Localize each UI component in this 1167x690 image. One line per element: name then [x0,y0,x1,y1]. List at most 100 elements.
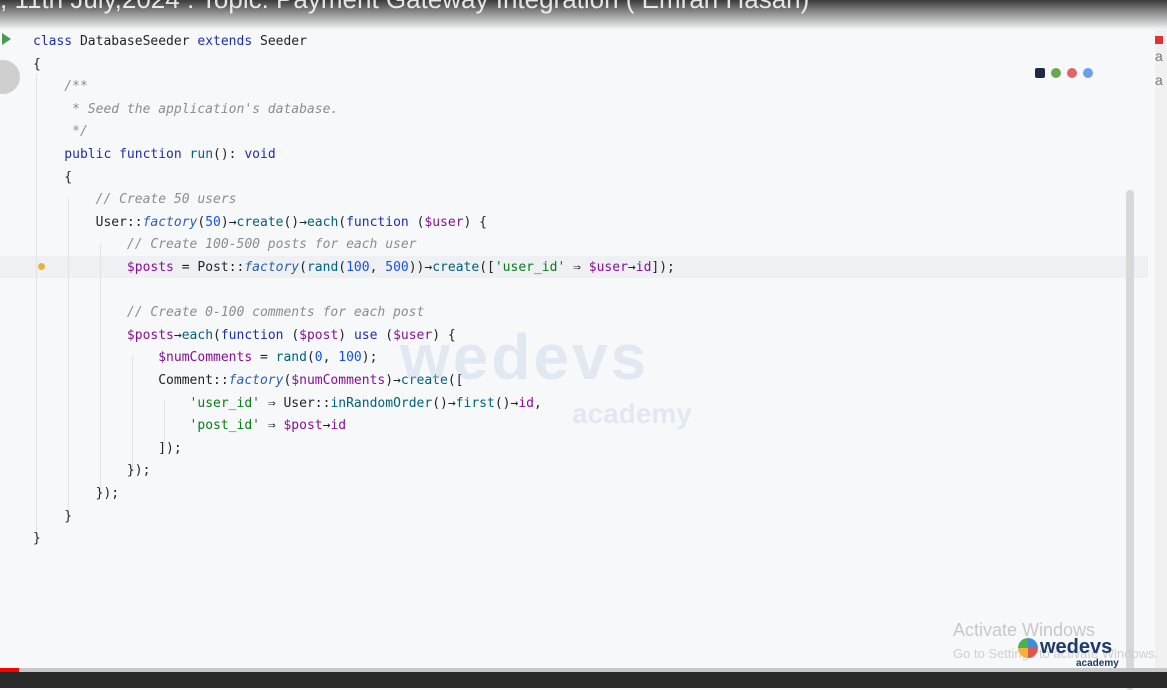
code-line[interactable]: // Create 0-100 comments for each post [33,302,424,324]
code-token: ]); [651,260,675,275]
video-title: , 11th July,2024 : Topic: Payment Gatewa… [0,0,809,15]
code-token: 100 [338,350,362,366]
watermark-brand: wedevs [400,321,650,393]
code-token: Comment [33,373,214,388]
code-token: run [189,147,214,162]
code-line[interactable]: public function run(): void [33,144,276,166]
code-line[interactable]: 'user_id' ⇒ User::inRandomOrder()→first(… [33,393,542,415]
code-token: ( [291,327,300,343]
logo-brand: wedevs [1040,636,1113,658]
firefox-icon[interactable] [1067,68,1077,78]
code-token: 'post_id' [189,418,260,434]
code-token: factory [142,214,198,230]
code-token: each [181,327,214,343]
code-token: = [252,350,276,366]
code-token: use [353,327,386,343]
code-token: /** [33,79,88,95]
code-token: ) [385,373,394,388]
code-token: create [432,260,480,275]
code-token: 100 [346,260,370,275]
code-editor[interactable]: class DatabaseSeeder extends Seeder { /**… [0,30,1148,690]
code-token: → [228,214,237,230]
code-token: , [369,260,386,275]
code-token: ( [385,327,394,343]
code-token: factory [228,373,284,388]
code-token: // Create 0-100 comments for each post [33,305,425,321]
right-edge-panel: a a [1155,30,1167,670]
code-token: void [244,147,276,162]
code-token: $numComments [291,373,386,388]
code-line[interactable]: /** [33,76,88,98]
code-line[interactable]: Comment::factory($numComments)→create([ [33,370,463,392]
edge-icon[interactable] [1083,68,1093,78]
code-token: 50 [205,214,221,230]
code-token: = Post [173,260,229,275]
browser-preview-icons[interactable] [1035,68,1093,78]
code-line[interactable]: $numComments = rand(0, 100); [33,347,377,369]
code-token: ( [338,260,347,275]
watermark-sub: academy [572,398,692,429]
code-token: → [627,260,636,275]
code-line[interactable]: }); [33,460,151,482]
wedevs-logo-icon [1018,637,1038,658]
code-token: $posts [126,260,174,275]
code-token: }); [33,486,120,501]
code-token: ( [213,327,221,343]
code-line[interactable]: { [33,167,72,189]
code-token: ( [306,350,315,366]
code-line[interactable]: $posts = Post::factory(rand(100, 500))→c… [33,257,675,279]
code-line[interactable]: } [33,528,41,550]
code-token: → [447,395,456,411]
code-token: User [33,214,127,230]
code-token: { [33,56,41,72]
code-line[interactable]: } [33,506,72,528]
run-gutter-icon[interactable] [2,33,11,45]
code-token: factory [244,260,300,275]
code-token: rand [275,350,307,366]
code-line[interactable]: // Create 100-500 posts for each user [33,234,417,256]
code-token: ) [338,327,354,343]
phpstorm-icon[interactable] [1035,68,1045,78]
code-token: 'user_id' [494,260,566,275]
code-token: inRandomOrder [330,395,433,411]
code-token: :: [126,214,143,230]
code-token: }); [33,463,151,479]
code-token: )) [408,260,425,275]
code-token: ( [299,260,307,275]
code-line[interactable]: ]); [33,438,182,460]
vertical-scrollbar[interactable] [1126,190,1134,690]
code-token: → [173,327,182,343]
chrome-icon[interactable] [1051,68,1061,78]
code-token: $posts [126,327,174,343]
code-token: $numComments [158,350,253,366]
code-token: (): [213,147,245,162]
code-token: → [299,214,307,230]
code-token: class [33,34,80,49]
code-line[interactable]: User::factory(50)→create()→each(function… [33,212,487,234]
code-token: 500 [385,260,409,275]
code-token: ); [361,350,378,366]
code-token: DatabaseSeeder [79,34,198,49]
code-token: ⇒ User [260,395,315,411]
code-token: * Seed the application's database. [33,101,339,117]
code-token: function [220,327,292,343]
wedevs-logo: wedevs academy [1018,636,1119,669]
code-line[interactable]: */ [33,121,88,143]
code-token: ([ [479,260,495,275]
code-token: , [322,350,339,366]
code-line[interactable]: * Seed the application's database. [33,99,338,121]
code-token: function [346,214,417,230]
code-line[interactable]: $posts→each(function ($post) use ($user)… [33,325,456,347]
code-line[interactable]: class DatabaseSeeder extends Seeder [33,31,307,53]
code-line[interactable]: // Create 50 users [33,189,237,211]
code-line[interactable]: 'post_id' ⇒ $post→id [33,415,347,437]
code-token: ]); [33,440,182,456]
code-token: id [330,418,347,434]
edge-char: a [1155,72,1163,88]
video-overlay-circle [0,60,20,94]
code-line[interactable]: { [33,54,41,76]
code-line[interactable]: }); [33,483,119,505]
code-token: ) [220,214,229,230]
